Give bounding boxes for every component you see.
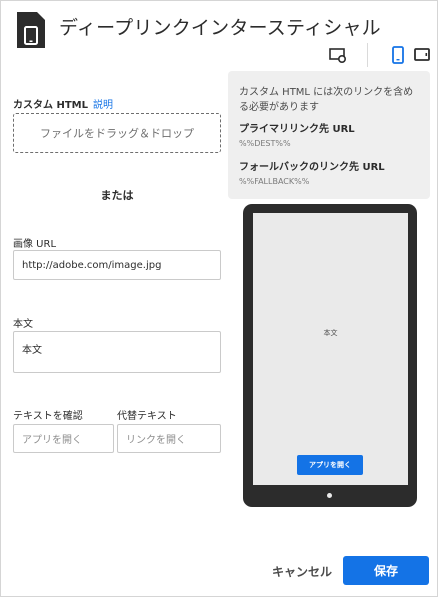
- image-url-label: 画像 URL: [13, 239, 57, 250]
- preview-icon[interactable]: [329, 45, 347, 65]
- file-dropzone[interactable]: ファイルをドラッグ＆ドロップ: [13, 113, 221, 153]
- cancel-button[interactable]: キャンセル: [267, 561, 337, 581]
- image-url-input[interactable]: http://adobe.com/image.jpg: [13, 250, 221, 280]
- preview-screen: [253, 213, 408, 485]
- info-popover: カスタム HTML には次のリンクを含める必要があります プライマリリンク先 U…: [228, 71, 430, 199]
- info-message: カスタム HTML には次のリンクを含める必要があります: [239, 87, 414, 113]
- alt-text-input[interactable]: リンクを開く: [117, 424, 221, 453]
- fallback-link-heading: フォールバックのリンク先 URL: [239, 162, 385, 173]
- preview-open-app-button[interactable]: アプリを開く: [297, 455, 363, 475]
- home-button: [327, 493, 332, 498]
- custom-html-label: カスタム HTML: [13, 100, 88, 111]
- preview-body-text: 本文: [323, 329, 338, 337]
- confirm-text-label: テキストを確認: [13, 411, 83, 422]
- primary-link-heading: プライマリリンク先 URL: [239, 124, 355, 135]
- toolbar-divider: [367, 43, 368, 67]
- dialog: ディープリンクインタースティシャル カスタム HTML 説明 ファイルをドラッグ…: [0, 0, 438, 597]
- mobile-page-icon: [17, 12, 45, 48]
- dialog-title: ディープリンクインタースティシャル: [59, 17, 381, 39]
- confirm-text-input[interactable]: アプリを開く: [13, 424, 114, 453]
- primary-link-code: %%DEST%%: [239, 139, 291, 148]
- save-button[interactable]: 保存: [343, 556, 429, 585]
- body-label: 本文: [13, 319, 33, 330]
- help-link[interactable]: 説明: [93, 96, 113, 111]
- fallback-link-code: %%FALLBACK%%: [239, 177, 310, 186]
- or-label: または: [100, 189, 134, 202]
- tablet-icon[interactable]: [414, 45, 430, 65]
- body-textarea[interactable]: 本文: [13, 331, 221, 373]
- alt-text-label: 代替テキスト: [117, 411, 177, 422]
- phone-icon[interactable]: [391, 45, 405, 65]
